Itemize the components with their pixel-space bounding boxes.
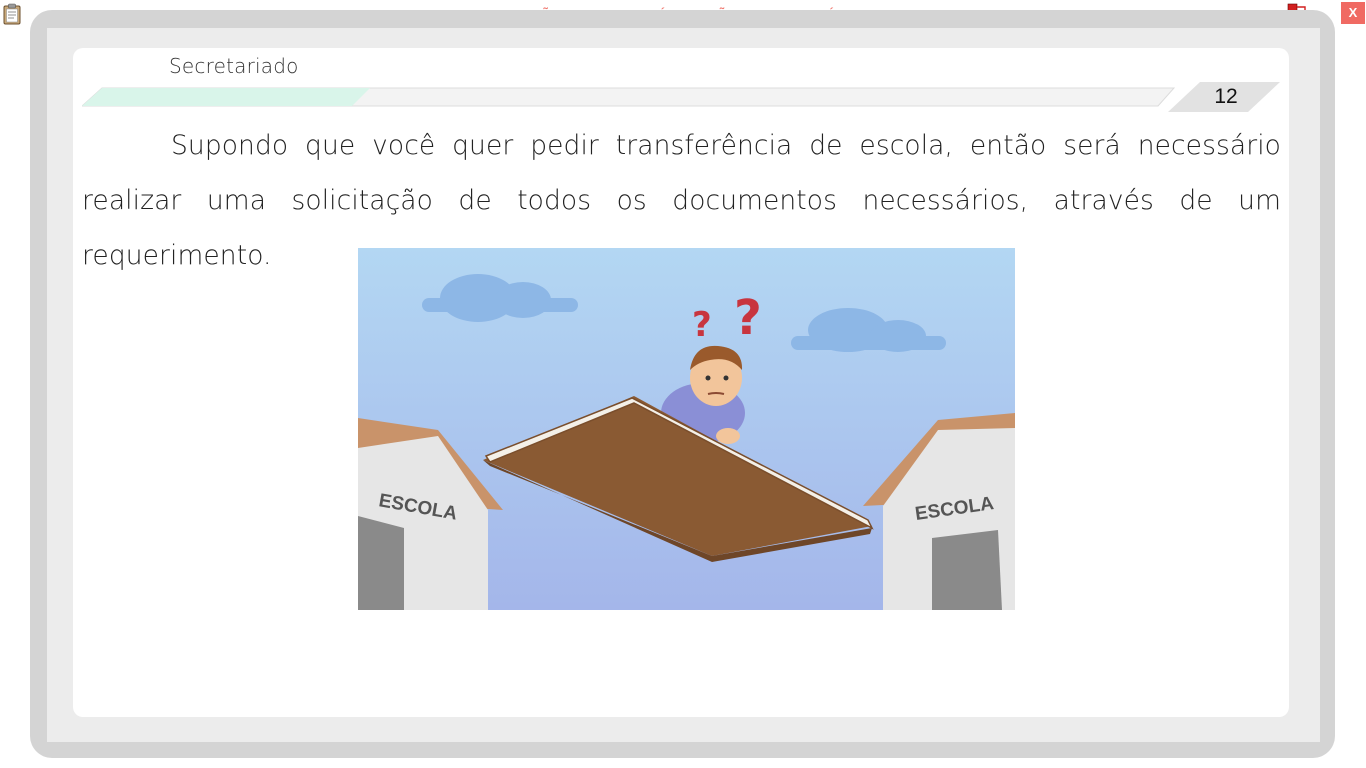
question-mark-icon: ? <box>734 290 762 346</box>
header-bar <box>82 82 1280 112</box>
page-number: 12 <box>1214 85 1238 108</box>
school-transfer-illustration: ? ? ESCOLA ESCOLA <box>358 248 1015 610</box>
question-mark-icon: ? <box>692 305 712 345</box>
close-button[interactable]: X <box>1341 2 1365 24</box>
subject-title: Secretariado <box>169 54 299 78</box>
clipboard-icon[interactable] <box>2 3 22 25</box>
